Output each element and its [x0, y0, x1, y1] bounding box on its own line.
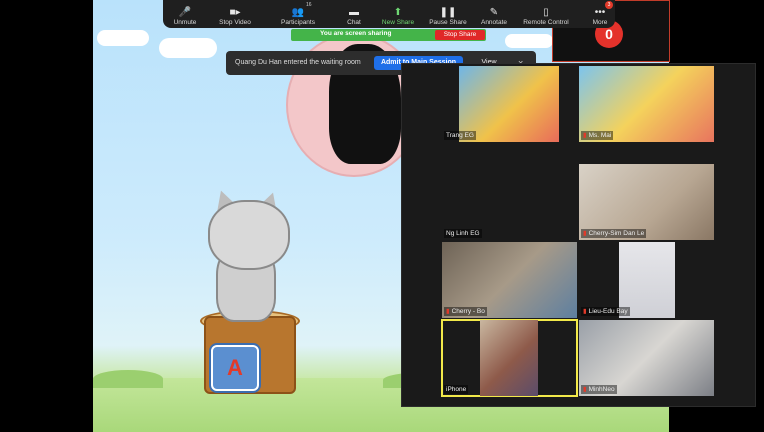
participant-name: Ng Linh EG: [444, 229, 482, 238]
answer-a-button[interactable]: A: [211, 345, 259, 391]
pencil-icon: ✎: [489, 7, 499, 18]
muted-mic-icon: ▮: [583, 386, 587, 393]
pause-share-button[interactable]: ❚❚ Pause Share: [427, 0, 469, 28]
chat-bubble-icon: ▬: [349, 7, 359, 18]
more-label: More: [592, 19, 608, 26]
participant-name-text: Lieu-Edu Bay: [588, 308, 628, 315]
participants-count: 16: [306, 2, 312, 8]
more-icon: •••: [594, 7, 606, 18]
bush: [93, 370, 163, 388]
stop-share-button[interactable]: Stop Share: [435, 30, 485, 40]
participant-name-text: Ms. Mai: [588, 132, 612, 139]
participant-name: ▮ Lieu-Edu Bay: [581, 307, 630, 316]
meeting-toolbar: 🎤 Unmute ■▸ Stop Video 👥 Participants 16…: [163, 0, 615, 28]
participants-icon: 👥: [291, 7, 305, 18]
cloud: [505, 34, 553, 48]
pause-share-label: Pause Share: [429, 19, 467, 26]
share-status-text: You are screen sharing: [320, 30, 392, 37]
video-feed: [480, 320, 538, 396]
participant-tile[interactable]: ▮ MinhNeo: [579, 320, 714, 396]
participant-tile[interactable]: Trang EG: [442, 66, 577, 142]
muted-mic-icon: ▮: [583, 230, 587, 237]
participant-name-text: Cherry - Bo: [451, 308, 485, 315]
cloud: [97, 30, 149, 46]
screen-sharing-bar: You are screen sharing Stop Share: [291, 29, 486, 41]
mouse-icon: ▯: [543, 7, 549, 18]
participants-label: Participants: [281, 19, 315, 26]
participant-tile[interactable]: ▮ Lieu-Edu Bay: [579, 242, 714, 318]
participant-name: iPhone: [444, 385, 469, 394]
participant-name: ▮ Cherry - Bo: [444, 307, 487, 316]
video-camera-icon: ■▸: [229, 7, 241, 18]
muted-mic-icon: ▮: [583, 132, 587, 139]
remote-control-label: Remote Control: [523, 19, 569, 26]
chat-button[interactable]: ▬ Chat: [339, 0, 369, 28]
participant-tile[interactable]: ▮ Cherry - Bo: [442, 242, 577, 318]
chat-label: Chat: [347, 19, 361, 26]
cloud: [159, 38, 217, 58]
stop-video-label: Stop Video: [219, 19, 251, 26]
participant-gallery: Trang EG ▮ Ms. Mai Ng Linh EG ▮ Cherry-Sim…: [401, 63, 756, 407]
participant-name: ▮ Ms. Mai: [581, 131, 614, 140]
participant-name: ▮ Cherry-Sim Dan Le: [581, 229, 647, 238]
participant-name: ▮ MinhNeo: [581, 385, 617, 394]
participant-name: Trang EG: [444, 131, 476, 140]
participant-tile-active-speaker[interactable]: iPhone: [441, 319, 578, 397]
participants-button[interactable]: 👥 Participants: [275, 0, 321, 28]
notification-message: Quang Du Han entered the waiting room: [235, 59, 361, 66]
cat-head: [208, 200, 290, 270]
participant-name-text: MinhNeo: [588, 386, 615, 393]
microphone-muted-icon: 🎤: [178, 7, 192, 18]
more-badge: 3: [605, 1, 613, 9]
remote-control-button[interactable]: ▯ Remote Control: [519, 0, 573, 28]
stop-video-button[interactable]: ■▸ Stop Video: [213, 0, 257, 28]
pause-icon: ❚❚: [439, 7, 457, 18]
unmute-label: Unmute: [173, 19, 197, 26]
share-screen-icon: ⬆: [393, 7, 403, 18]
annotate-button[interactable]: ✎ Annotate: [477, 0, 511, 28]
annotate-label: Annotate: [480, 19, 508, 26]
new-share-button[interactable]: ⬆ New Share: [377, 0, 419, 28]
participant-tile[interactable]: ▮ Cherry-Sim Dan Le: [579, 164, 714, 240]
participant-name-text: Cherry-Sim Dan Le: [588, 230, 645, 237]
new-share-label: New Share: [381, 19, 415, 26]
participant-tile[interactable]: ▮ Ms. Mai: [579, 66, 714, 142]
muted-mic-icon: ▮: [446, 308, 450, 315]
muted-mic-icon: ▮: [583, 308, 587, 315]
unmute-button[interactable]: 🎤 Unmute: [167, 0, 203, 28]
participant-tile[interactable]: Ng Linh EG: [442, 164, 577, 240]
